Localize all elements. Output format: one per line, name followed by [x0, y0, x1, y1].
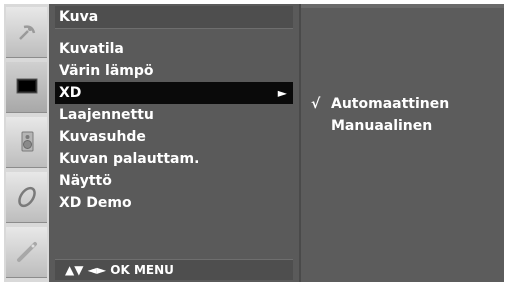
menu-item-label: Kuvatila — [59, 41, 124, 57]
check-icon: √ — [311, 96, 321, 112]
menu-item[interactable]: Kuvasuhde — [55, 126, 293, 148]
menu-list: Kuvatila Värin lämpö XD ► Laajennettu Kuvasuh… — [55, 38, 293, 214]
submenu-list: √ Automaattinen Manuaalinen — [309, 93, 498, 137]
menu-item[interactable]: Laajennettu — [55, 104, 293, 126]
submenu-item-label: Manuaalinen — [331, 118, 433, 134]
menu-item[interactable]: Värin lämpö — [55, 60, 293, 82]
submenu-arrow-icon: ► — [277, 86, 287, 100]
osd-menu: Kuva Kuvatila Värin lämpö XD ► Laajennettu Ku… — [4, 4, 504, 282]
speaker-icon — [21, 131, 33, 152]
submenu-item-label: Automaattinen — [331, 96, 450, 112]
menu-item-label: XD Demo — [59, 195, 132, 211]
menu-item[interactable]: XD Demo — [55, 192, 293, 214]
menu-item-label: Kuvan palauttam. — [59, 151, 200, 167]
option-tab[interactable] — [6, 227, 47, 278]
submenu-panel: √ Automaattinen Manuaalinen — [301, 4, 504, 282]
time-tab[interactable] — [6, 172, 47, 223]
main-menu: Kuva Kuvatila Värin lämpö XD ► Laajennettu Ku… — [49, 4, 299, 282]
menu-item-label: Kuvasuhde — [59, 129, 146, 145]
menu-item[interactable]: Näyttö — [55, 170, 293, 192]
menu-item-label: Värin lämpö — [59, 63, 154, 79]
navigation-hint: ▲▼ ◄► OK MENU — [55, 259, 293, 280]
setup-tab[interactable] — [6, 7, 47, 58]
menu-item-label: Näyttö — [59, 173, 112, 189]
submenu-item[interactable]: √ Automaattinen — [309, 93, 498, 115]
satellite-icon — [18, 25, 35, 40]
audio-tab[interactable] — [6, 117, 47, 168]
menu-item[interactable]: XD ► — [55, 82, 293, 104]
submenu-item[interactable]: Manuaalinen — [309, 115, 498, 137]
disc-icon — [17, 186, 36, 208]
icon-column — [4, 4, 49, 282]
menu-item[interactable]: Kuvan palauttam. — [55, 148, 293, 170]
menu-item-label: Laajennettu — [59, 107, 154, 123]
picture-icon — [16, 78, 37, 94]
menu-title: Kuva — [55, 6, 293, 29]
menu-item[interactable]: Kuvatila — [55, 38, 293, 60]
tag-icon — [16, 242, 37, 262]
picture-tab[interactable] — [6, 62, 47, 113]
submenu-header — [301, 4, 504, 8]
menu-item-label: XD — [59, 85, 82, 101]
